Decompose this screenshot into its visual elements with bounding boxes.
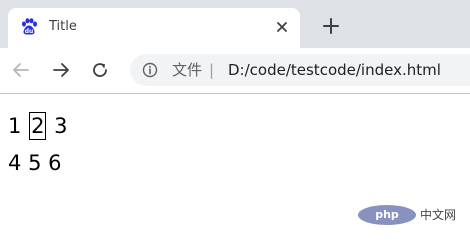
address-bar[interactable]: 文件 | D:/code/testcode/index.html xyxy=(130,54,470,86)
arrow-left-icon[interactable] xyxy=(11,60,31,80)
toolbar: 文件 | D:/code/testcode/index.html xyxy=(0,48,470,94)
number-row: 4 5 6 xyxy=(8,150,62,176)
watermark-text: 中文网 xyxy=(420,208,457,222)
tab-active[interactable]: du Title xyxy=(8,8,300,48)
tab-strip: du Title xyxy=(0,0,470,48)
close-icon[interactable] xyxy=(274,19,290,35)
reload-icon[interactable] xyxy=(90,60,110,80)
number-row: 1 2 3 xyxy=(8,112,68,140)
number-item: 4 xyxy=(8,151,22,175)
info-icon[interactable] xyxy=(142,62,158,78)
tab-title: Title xyxy=(49,19,77,34)
plus-icon[interactable] xyxy=(321,16,341,36)
scheme-label: 文件 xyxy=(172,61,203,79)
number-item: 5 xyxy=(28,151,42,175)
number-item-boxed: 2 xyxy=(29,112,47,140)
arrow-right-icon[interactable] xyxy=(51,60,71,80)
number-item: 1 xyxy=(8,114,22,138)
svg-text:du: du xyxy=(25,28,34,35)
watermark: php 中文网 xyxy=(358,205,464,225)
browser-window: du Title 文件 | D:/code/testcode/index.htm… xyxy=(0,0,470,247)
url-separator: | xyxy=(209,61,215,79)
number-item: 6 xyxy=(48,151,62,175)
url-text[interactable]: D:/code/testcode/index.html xyxy=(228,60,441,80)
baidu-paw-icon: du xyxy=(20,18,38,36)
php-logo-text: php xyxy=(375,208,399,221)
number-item: 3 xyxy=(54,114,68,138)
